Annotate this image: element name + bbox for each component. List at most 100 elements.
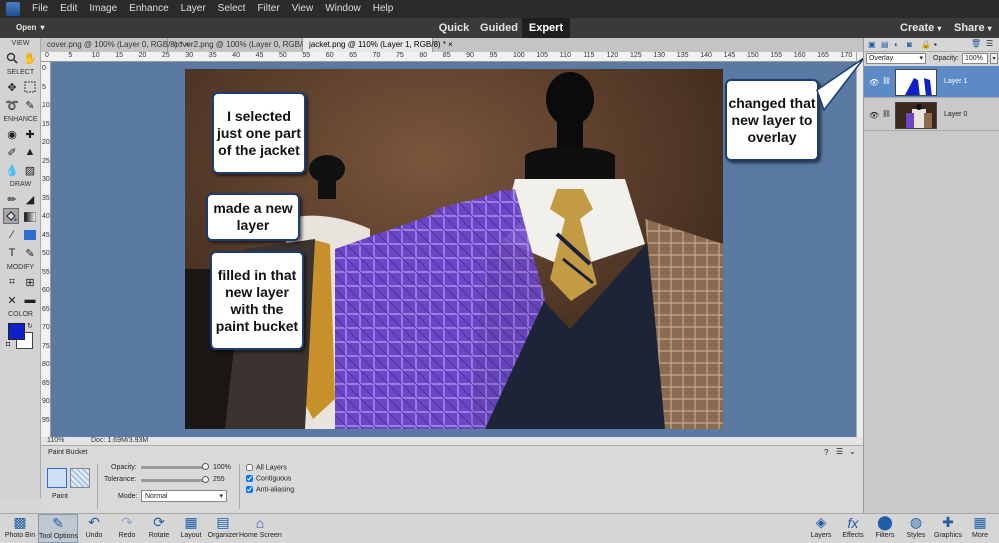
shape-icon[interactable] — [22, 227, 38, 243]
smart-brush-icon[interactable]: ✐ — [4, 144, 20, 160]
blend-row: Overlay ▾ Opacity: 100% ▾ — [864, 52, 999, 66]
blur-icon[interactable]: 💧 — [4, 162, 20, 178]
photo-bin-button[interactable]: ▩ Photo Bin — [0, 514, 40, 541]
menu-edit[interactable]: Edit — [54, 0, 83, 18]
options-menu-icon[interactable]: ☰ — [836, 447, 843, 456]
ruler-tick: 55 — [302, 52, 311, 59]
tolerance-slider-handle[interactable] — [202, 476, 209, 483]
tool-options-button[interactable]: ✎ Tool Options — [38, 514, 78, 543]
menu-filter[interactable]: Filter — [251, 0, 285, 18]
menu-enhance[interactable]: Enhance — [123, 0, 174, 18]
eyedropper-icon[interactable]: ⁄ — [4, 227, 20, 243]
adjustment-layer-icon[interactable]: ◐ — [894, 40, 899, 49]
move-tool-icon[interactable]: ✥ — [4, 79, 20, 95]
menu-image[interactable]: Image — [83, 0, 123, 18]
link-icon[interactable]: ⛓ — [882, 77, 891, 85]
mode-expert[interactable]: Expert — [522, 18, 570, 38]
ruler-tick: 40 — [232, 52, 240, 59]
tab-label: jacket.png @ 110% (Layer 1, RGB/8) * — [309, 40, 446, 49]
layer-row-1[interactable]: 👁 ⛓ Layer 1 — [864, 66, 999, 98]
close-icon[interactable]: × — [448, 40, 453, 49]
layer-mask-icon[interactable]: ◙ — [907, 40, 912, 49]
recompose-icon[interactable]: ⊞ — [22, 274, 38, 290]
clone-stamp-icon[interactable]: ▲ — [22, 144, 38, 160]
layer-row-0[interactable]: 👁 ⛓ Layer 0 — [864, 99, 999, 131]
opacity-value[interactable]: 100% — [213, 464, 231, 471]
share-button[interactable]: Share ▾ — [954, 22, 992, 34]
tolerance-value[interactable]: 255 — [213, 476, 225, 483]
zoom-tool-icon[interactable] — [4, 50, 20, 66]
collapse-chevron-icon[interactable]: ⌄ — [849, 447, 856, 456]
mode-guided[interactable]: Guided — [478, 18, 520, 38]
foreground-color-swatch[interactable] — [8, 323, 25, 340]
spot-healing-icon[interactable]: ✚ — [22, 126, 38, 142]
menu-layer[interactable]: Layer — [175, 0, 212, 18]
menu-view[interactable]: View — [286, 0, 320, 18]
mode-select[interactable]: Normal ▾ — [141, 490, 227, 502]
mode-quick[interactable]: Quick — [433, 18, 475, 38]
checkbox-all-layers[interactable]: All Layers — [246, 464, 287, 471]
eye-icon[interactable]: 👁 — [869, 111, 879, 120]
open-button[interactable]: Open ▾ — [12, 21, 44, 33]
paint-bucket-icon[interactable] — [3, 208, 19, 224]
eraser-icon[interactable]: ◢ — [22, 191, 38, 207]
menu-help[interactable]: Help — [367, 0, 400, 18]
menu-file[interactable]: File — [26, 0, 54, 18]
menu-window[interactable]: Window — [319, 0, 367, 18]
type-tool-icon[interactable]: T — [4, 245, 20, 261]
crop-icon[interactable]: ⌗ — [4, 274, 20, 290]
marquee-tool-icon[interactable] — [22, 79, 38, 95]
new-layer-icon[interactable]: ▣ — [868, 40, 876, 49]
layer-0-name[interactable]: Layer 0 — [944, 111, 967, 118]
menu-select[interactable]: Select — [212, 0, 252, 18]
home-screen-button[interactable]: ⌂ Home Screen — [239, 514, 282, 541]
organizer-icon: ▤ — [216, 514, 230, 530]
tab-jacket[interactable]: jacket.png @ 110% (Layer 1, RGB/8) * × — [303, 38, 453, 52]
hand-tool-icon[interactable]: ✋ — [22, 50, 38, 66]
quick-selection-icon[interactable]: ✎ — [22, 97, 38, 113]
opacity-slider-handle[interactable] — [202, 463, 209, 470]
help-icon[interactable]: ? — [824, 448, 828, 457]
pattern-mode-button[interactable] — [70, 468, 90, 488]
gradient-icon[interactable] — [22, 209, 38, 225]
anti-aliasing-checkbox[interactable] — [246, 486, 253, 493]
checkbox-contiguous[interactable]: Contiguous — [246, 475, 291, 482]
delete-layer-icon[interactable]: 🗑 — [971, 39, 981, 48]
layer-1-name[interactable]: Layer 1 — [944, 78, 967, 85]
lock-all-icon[interactable]: ▪ — [934, 40, 937, 49]
content-aware-move-icon[interactable]: ✕ — [4, 292, 20, 308]
straighten-icon[interactable]: ▬ — [22, 292, 38, 308]
contiguous-checkbox[interactable] — [246, 475, 253, 482]
more-button[interactable]: ▦ More — [960, 514, 999, 541]
tab-cover[interactable]: cover.png @ 100% (Layer 0, RGB/8) * × — [41, 38, 190, 52]
paint-mode-button[interactable] — [47, 468, 67, 488]
new-group-icon[interactable]: ▤ — [881, 40, 889, 49]
layer-opacity-input[interactable]: 100% — [962, 53, 988, 64]
contiguous-label: Contiguous — [256, 475, 292, 483]
link-icon[interactable]: ⛓ — [882, 110, 891, 118]
red-eye-icon[interactable]: ◉ — [4, 126, 20, 142]
lasso-tool-icon[interactable]: ➰ — [4, 97, 20, 113]
pencil-icon[interactable]: ✎ — [22, 245, 38, 261]
ruler-tick: 45 — [42, 231, 50, 239]
organizer-button[interactable]: ▤ Organizer — [203, 514, 243, 541]
zoom-level[interactable]: 110% — [47, 437, 64, 444]
section-draw: DRAW — [9, 181, 32, 188]
section-color: COLOR — [8, 311, 33, 318]
brush-icon[interactable]: ✏ — [4, 191, 20, 207]
tolerance-slider[interactable] — [141, 476, 209, 483]
chevron-down-icon[interactable]: ▾ — [990, 53, 998, 64]
default-colors-icon[interactable]: ◘ — [6, 341, 10, 348]
opacity-slider[interactable] — [141, 463, 209, 470]
checkbox-anti-aliasing[interactable]: Anti-aliasing — [246, 486, 294, 493]
blend-mode-select[interactable]: Overlay ▾ — [866, 53, 926, 64]
tab-cover2[interactable]: cover2.png @ 100% (Layer 0, RGB/8) * × — [168, 38, 322, 52]
swap-colors-icon[interactable]: ↻ — [27, 322, 33, 330]
sponge-icon[interactable]: ▨ — [22, 162, 38, 178]
panel-menu-icon[interactable]: ☰ — [986, 39, 993, 48]
create-label: Create — [900, 22, 935, 34]
create-button[interactable]: Create ▾ — [900, 22, 941, 34]
eye-icon[interactable]: 👁 — [869, 78, 879, 87]
all-layers-checkbox[interactable] — [246, 464, 253, 471]
lock-icon[interactable]: 🔒 — [921, 40, 931, 49]
